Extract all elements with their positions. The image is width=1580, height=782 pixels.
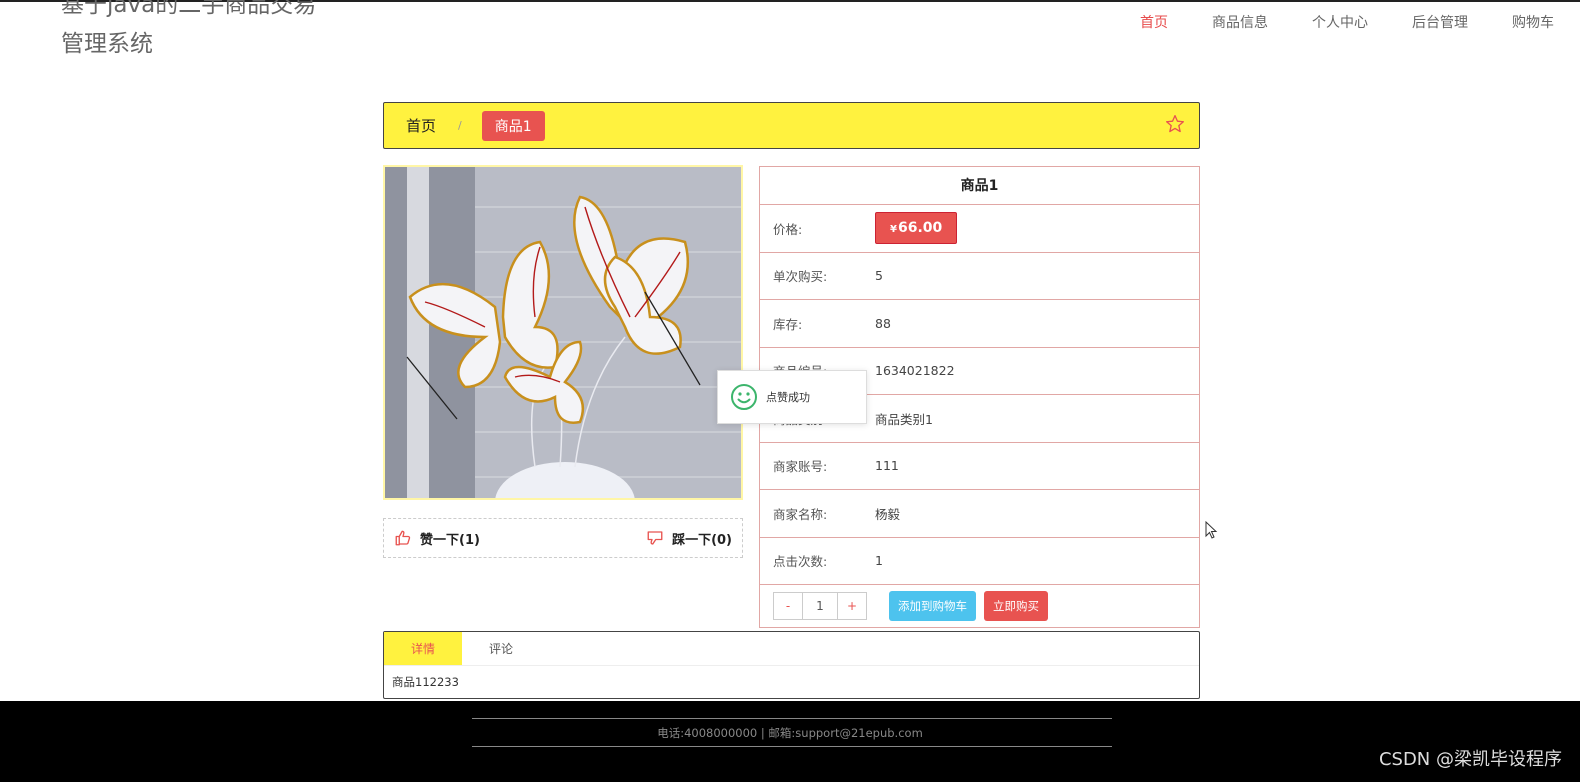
currency-symbol: ¥ xyxy=(890,224,897,236)
watermark: CSDN @梁凯毕设程序 xyxy=(1378,749,1562,770)
nav-item-profile[interactable]: 个人中心 xyxy=(1312,10,1368,34)
info-value: 5 xyxy=(875,268,883,284)
nav-item-products[interactable]: 商品信息 xyxy=(1212,10,1268,34)
quantity-input[interactable]: 1 xyxy=(802,593,838,619)
detail-tabs: 详情 评论 商品112233 xyxy=(383,631,1200,699)
info-value: 88 xyxy=(875,315,891,331)
info-label: 点击次数: xyxy=(773,554,828,570)
info-label: 单次购买: xyxy=(773,269,828,285)
info-value: 杨毅 xyxy=(875,506,901,522)
nav-item-cart[interactable]: 购物车 xyxy=(1512,10,1554,34)
footer: 电话:4008000000 | 邮箱:support@21epub.com CS… xyxy=(0,701,1580,782)
info-value: 111 xyxy=(875,458,899,474)
breadcrumb: 首页 / 商品1 xyxy=(383,102,1200,149)
price-badge: ¥66.00 xyxy=(875,212,958,245)
nav-item-admin[interactable]: 后台管理 xyxy=(1412,10,1468,34)
tab-header: 详情 评论 xyxy=(384,632,1199,666)
tab-content: 商品112233 xyxy=(392,675,459,689)
info-value: 1634021822 xyxy=(875,363,955,379)
breadcrumb-current: 商品1 xyxy=(481,110,545,141)
smile-icon xyxy=(731,384,757,410)
tab-comments[interactable]: 评论 xyxy=(462,632,540,665)
quantity-stepper: - 1 + xyxy=(773,592,867,620)
nav-item-home[interactable]: 首页 xyxy=(1140,10,1168,34)
star-outline-icon[interactable] xyxy=(1165,114,1185,134)
price-value: 66.00 xyxy=(897,220,943,237)
product-name: 商品1 xyxy=(760,167,1199,205)
footer-divider-bottom xyxy=(472,746,1112,747)
quantity-decrease-button[interactable]: - xyxy=(774,593,802,619)
price-label: 价格: xyxy=(773,221,803,237)
info-row-per-purchase: 单次购买: 5 xyxy=(760,253,1199,300)
dislike-button[interactable]: 踩一下(0) xyxy=(646,529,732,548)
info-label: 库存: xyxy=(773,316,803,332)
site-title: 基于java的二手商品交易管理系统 xyxy=(61,0,317,57)
thumbs-down-icon xyxy=(647,531,663,545)
footer-divider-top xyxy=(472,718,1112,719)
main-nav: 首页 商品信息 个人中心 后台管理 购物车 xyxy=(1096,10,1554,34)
footer-contact: 电话:4008000000 | 邮箱:support@21epub.com xyxy=(657,726,923,740)
info-row-stock: 库存: 88 xyxy=(760,300,1199,348)
vote-bar: 赞一下(1) 踩一下(0) xyxy=(383,518,743,558)
breadcrumb-separator: / xyxy=(458,119,462,132)
info-label: 商家名称: xyxy=(773,506,828,522)
quantity-increase-button[interactable]: + xyxy=(838,593,866,619)
toast-message: 点赞成功 xyxy=(717,370,867,424)
product-image xyxy=(383,165,743,500)
info-value: 1 xyxy=(875,553,883,569)
info-value: 商品类别1 xyxy=(875,411,933,427)
toast-text: 点赞成功 xyxy=(766,391,810,404)
dislike-count: 踩一下(0) xyxy=(672,532,732,548)
info-row-click-count: 点击次数: 1 xyxy=(760,538,1199,585)
info-row-seller-account: 商家账号: 111 xyxy=(760,443,1199,490)
tab-details[interactable]: 详情 xyxy=(384,632,462,665)
like-button[interactable]: 赞一下(1) xyxy=(394,529,480,548)
purchase-actions: - 1 + 添加到购物车 立即购买 xyxy=(760,585,1199,627)
mouse-cursor-icon xyxy=(1205,521,1218,539)
price-row: 价格: ¥66.00 xyxy=(760,205,1199,253)
info-row-seller-name: 商家名称: 杨毅 xyxy=(760,490,1199,538)
info-label: 商家账号: xyxy=(773,459,828,475)
add-to-cart-button[interactable]: 添加到购物车 xyxy=(889,591,976,621)
breadcrumb-home[interactable]: 首页 xyxy=(406,115,436,136)
buy-now-button[interactable]: 立即购买 xyxy=(984,591,1048,621)
thumbs-up-icon xyxy=(395,530,411,546)
like-count: 赞一下(1) xyxy=(420,532,480,548)
page: 基于java的二手商品交易管理系统 首页 商品信息 个人中心 后台管理 购物车 … xyxy=(0,0,1580,782)
